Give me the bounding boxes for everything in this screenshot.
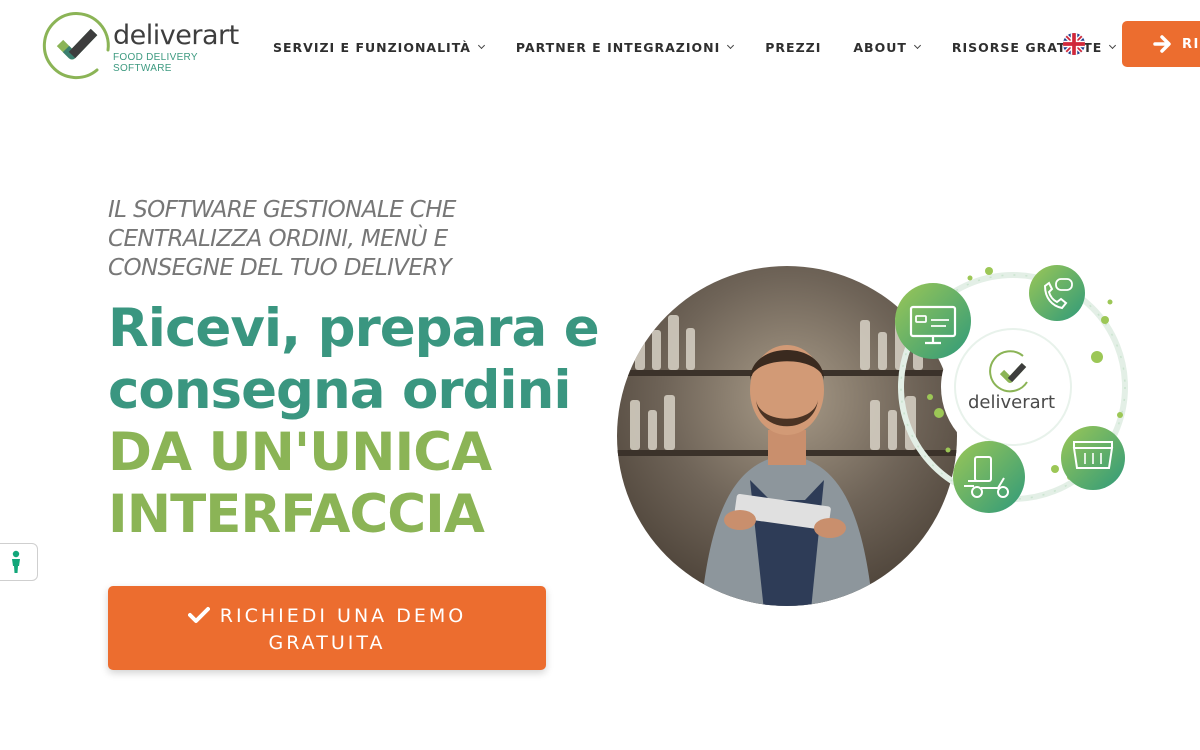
nav-label: SERVIZI E FUNZIONALITÀ bbox=[273, 40, 471, 55]
chevron-down-icon bbox=[477, 41, 485, 50]
headline-line: INTERFACCIA bbox=[108, 484, 485, 545]
header-cta-label: RIC bbox=[1182, 36, 1200, 52]
nav-item-servizi[interactable]: SERVIZI E FUNZIONALITÀ bbox=[273, 40, 485, 55]
arrow-right-icon bbox=[1153, 35, 1171, 53]
chevron-down-icon bbox=[1109, 41, 1117, 50]
demo-button-line2: GRATUITA bbox=[268, 632, 386, 654]
illustration-brand-label: deliverart bbox=[968, 392, 1056, 413]
chevron-down-icon bbox=[913, 41, 921, 50]
nav-item-prezzi[interactable]: PREZZI bbox=[765, 40, 821, 55]
nav-item-risorse[interactable]: RISORSE GRATUITE bbox=[952, 40, 1117, 55]
hero-illustration bbox=[617, 265, 1128, 606]
request-demo-button[interactable]: RICHIEDI UNA DEMO GRATUITA bbox=[108, 586, 546, 670]
accessibility-person-icon bbox=[12, 550, 20, 573]
checkmark-icon bbox=[187, 607, 210, 623]
nav-item-about[interactable]: ABOUT bbox=[853, 40, 921, 55]
headline-line: consegna ordini bbox=[108, 360, 571, 421]
headline-line: DA UN'UNICA bbox=[108, 422, 492, 483]
demo-button-line1: RICHIEDI UNA DEMO bbox=[219, 605, 467, 627]
logo-mark-icon bbox=[42, 12, 110, 80]
uk-flag-icon[interactable] bbox=[1063, 33, 1085, 55]
main-nav: SERVIZI E FUNZIONALITÀ PARTNER E INTEGRA… bbox=[273, 40, 1147, 55]
nav-label: PREZZI bbox=[765, 40, 822, 55]
logo[interactable]: deliverart FOOD DELIVERY SOFTWARE bbox=[42, 10, 242, 80]
scooter-delivery-icon bbox=[953, 441, 1025, 513]
nav-label: ABOUT bbox=[853, 40, 907, 55]
accessibility-button[interactable] bbox=[0, 543, 38, 581]
pos-monitor-icon bbox=[895, 283, 971, 359]
chevron-down-icon bbox=[727, 41, 735, 50]
header-cta-button[interactable]: RIC bbox=[1122, 21, 1200, 67]
menu-card-icon bbox=[1061, 426, 1125, 490]
nav-label: PARTNER E INTEGRAZIONI bbox=[515, 40, 721, 55]
hero-tagline: IL SOFTWARE GESTIONALE CHE CENTRALIZZA O… bbox=[108, 197, 456, 281]
logo-subtitle: FOOD DELIVERY SOFTWARE bbox=[113, 52, 198, 74]
phone-order-icon bbox=[1029, 265, 1085, 321]
nav-item-partner[interactable]: PARTNER E INTEGRAZIONI bbox=[515, 40, 735, 55]
headline-line: Ricevi, prepara e bbox=[108, 298, 600, 359]
logo-wordmark: deliverart bbox=[113, 20, 239, 51]
hero-headline: Ricevi, prepara e consegna ordini DA UN'… bbox=[108, 298, 600, 546]
